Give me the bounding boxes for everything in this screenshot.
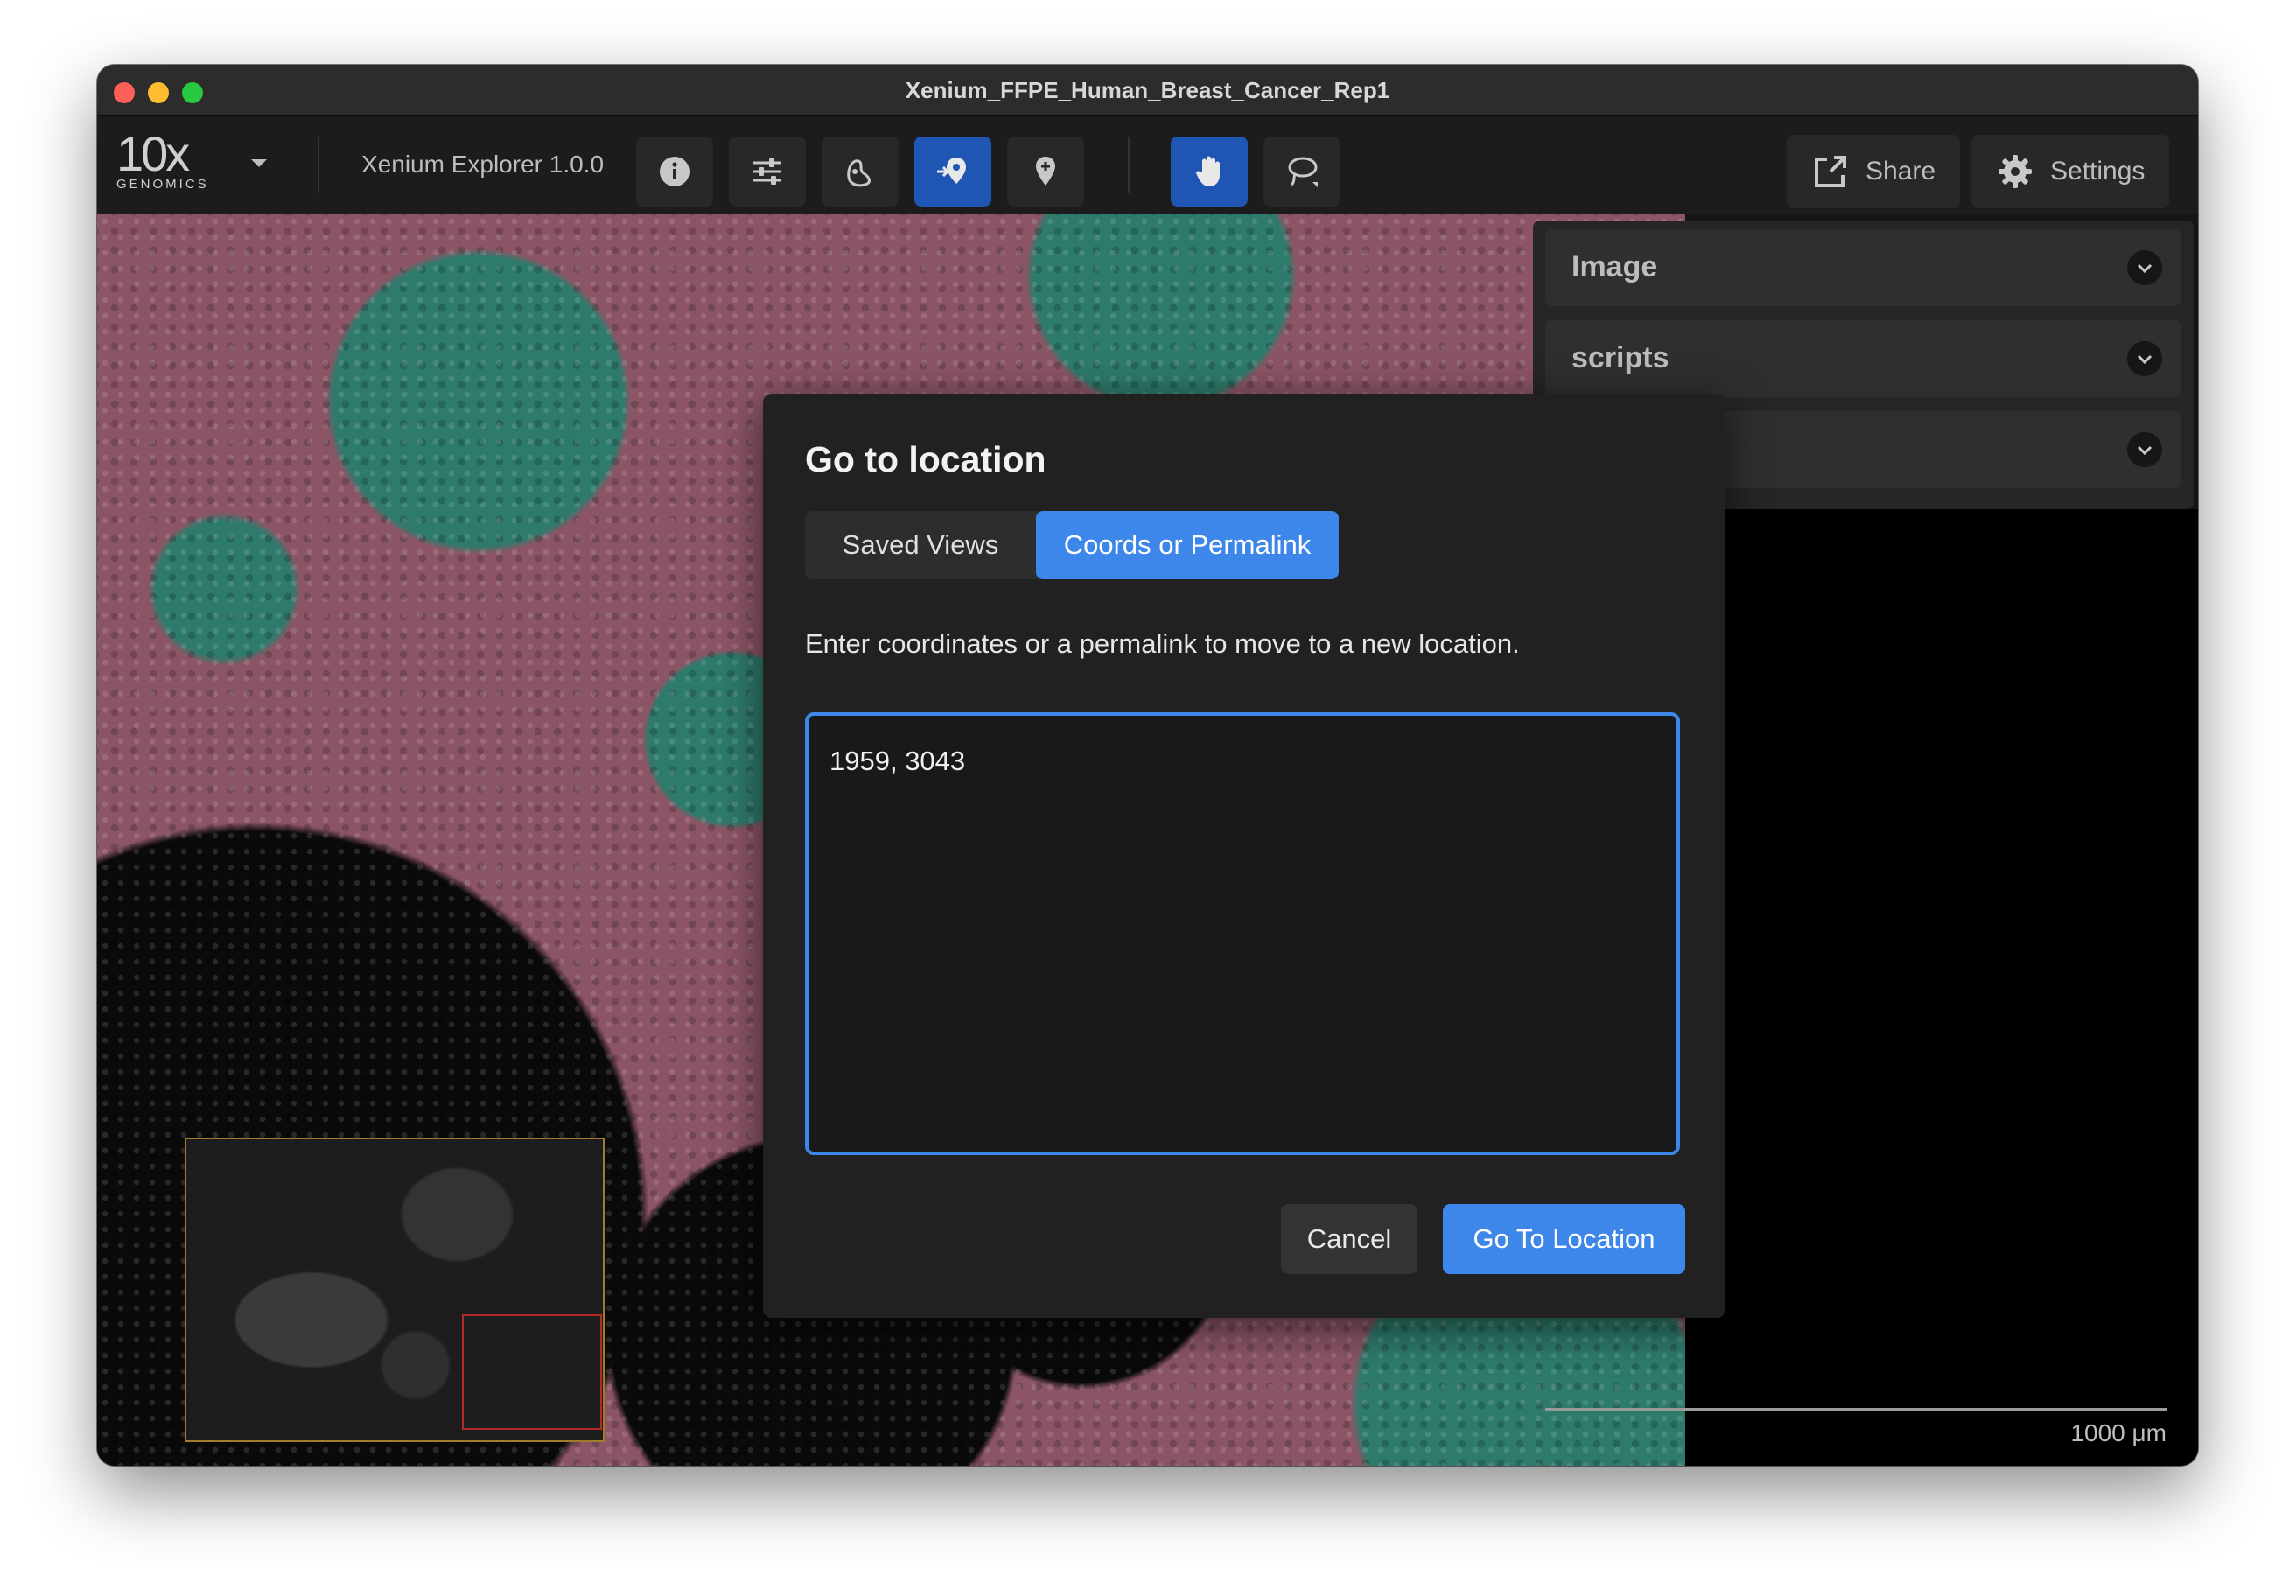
map-pin-icon: [1036, 157, 1055, 186]
gear-icon: [1998, 155, 2032, 188]
minimap[interactable]: [185, 1138, 605, 1442]
cells-icon: [847, 159, 871, 187]
go-to-location-button[interactable]: [914, 136, 991, 206]
panel-section-image[interactable]: Image: [1545, 229, 2181, 306]
title-bar: Xenium_FFPE_Human_Breast_Cancer_Rep1: [97, 65, 2198, 116]
app-version: Xenium Explorer 1.0.0: [361, 150, 605, 178]
logo-menu-caret-icon[interactable]: [251, 159, 267, 167]
toolbar: 10x GENOMICS Xenium Explorer 1.0.0 Share…: [97, 116, 2198, 214]
tab-saved-views[interactable]: Saved Views: [805, 511, 1036, 579]
share-icon: [1815, 156, 1846, 187]
app-window: Xenium_FFPE_Human_Breast_Cancer_Rep1 10x…: [97, 65, 2198, 1466]
scale-bar: [1545, 1408, 2166, 1411]
panel-section-transcripts[interactable]: scripts: [1545, 320, 2181, 397]
logo-main-text: 10x: [116, 126, 190, 181]
chevron-down-icon[interactable]: [2127, 250, 2162, 285]
go-to-location-submit-button[interactable]: Go To Location: [1443, 1204, 1685, 1274]
side-empty-area: [1685, 509, 2198, 1466]
panel-section-label: scripts: [1572, 341, 1670, 374]
logo-sub-text: GENOMICS: [116, 177, 209, 192]
lasso-tool-button[interactable]: [1264, 136, 1340, 206]
panel-section-label: Image: [1572, 250, 1658, 284]
share-button[interactable]: Share: [1787, 135, 1961, 208]
info-button[interactable]: [636, 136, 713, 206]
sliders-icon: [753, 158, 781, 185]
settings-label: Settings: [2050, 157, 2146, 186]
cell-segmentation-button[interactable]: [822, 136, 899, 206]
chevron-down-icon[interactable]: [2127, 341, 2162, 376]
pan-tool-button[interactable]: [1171, 136, 1248, 206]
settings-button[interactable]: Settings: [1971, 135, 2170, 208]
coordinates-input[interactable]: 1959, 3043: [805, 712, 1680, 1155]
tab-coords-or-permalink[interactable]: Coords or Permalink: [1036, 511, 1339, 579]
toolbar-divider-2: [1128, 136, 1130, 192]
hand-icon: [1196, 156, 1220, 186]
dialog-description: Enter coordinates or a permalink to move…: [805, 628, 1520, 659]
share-label: Share: [1866, 157, 1936, 186]
logo: 10x GENOMICS: [116, 128, 209, 192]
dialog-tabs: Saved Views Coords or Permalink: [805, 511, 1339, 579]
chevron-down-icon[interactable]: [2127, 432, 2162, 467]
window-title: Xenium_FFPE_Human_Breast_Cancer_Rep1: [905, 77, 1390, 103]
add-pin-button[interactable]: [1007, 136, 1084, 206]
go-to-location-dialog: Go to location Saved Views Coords or Per…: [763, 394, 1726, 1318]
minimap-viewport[interactable]: [462, 1314, 602, 1430]
dialog-title: Go to location: [805, 439, 1046, 480]
scale-bar-label: 1000 μm: [2070, 1419, 2166, 1446]
info-icon: [660, 157, 690, 186]
go-to-location-icon: [937, 158, 966, 184]
lasso-icon: [1288, 157, 1318, 187]
cancel-button[interactable]: Cancel: [1281, 1204, 1418, 1274]
toolbar-divider: [318, 136, 319, 192]
adjustments-button[interactable]: [729, 136, 806, 206]
